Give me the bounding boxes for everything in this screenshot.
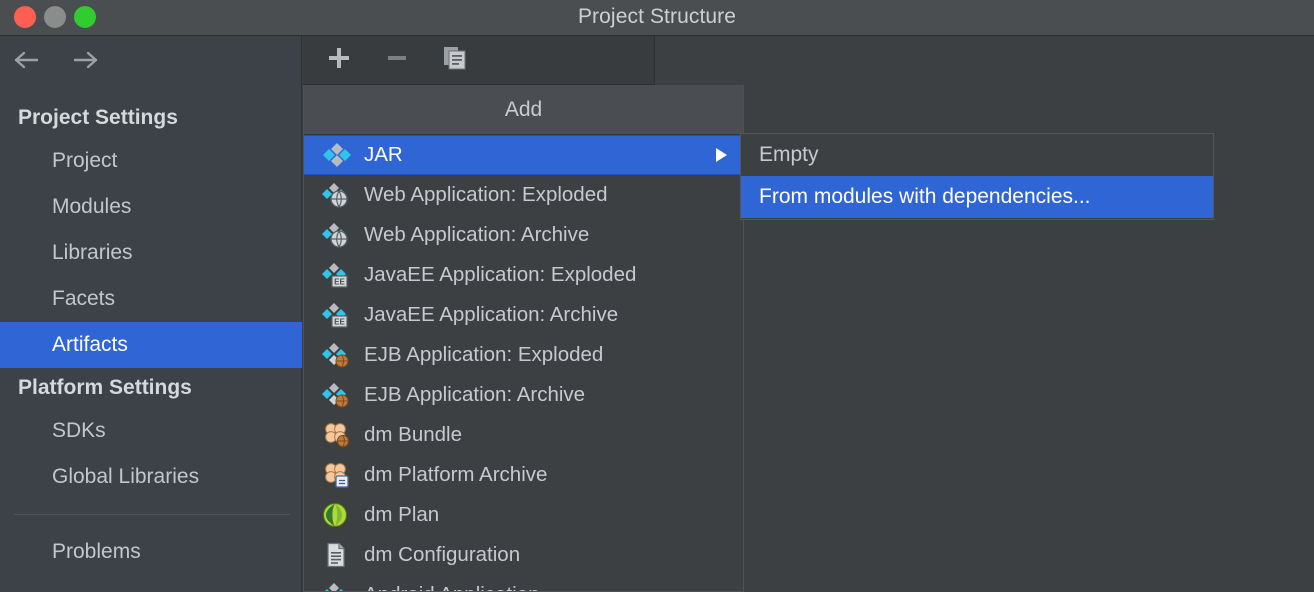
settings-sidebar: Project Settings Project Modules Librari… [0, 36, 302, 592]
menu-item-label: Web Application: Exploded [364, 182, 608, 206]
sidebar-group-title-platform-settings: Platform Settings [18, 376, 192, 399]
chevron-right-icon [716, 148, 727, 162]
web-app-globe-icon [322, 222, 352, 248]
menu-item-dm-platform-archive[interactable]: dm Platform Archive [304, 455, 743, 495]
menu-item-label: JavaEE Application: Exploded [364, 262, 637, 286]
menu-item-label: dm Configuration [364, 542, 521, 566]
add-artifact-menu: Add JAR Web Application: Exploded Web Ap… [303, 85, 744, 592]
dm-platform-archive-icon [322, 462, 352, 488]
window-controls [14, 6, 96, 28]
menu-item-label: dm Plan [364, 502, 440, 526]
copy-button[interactable] [441, 46, 469, 74]
menu-item-jar[interactable]: JAR [304, 135, 743, 175]
sidebar-nav-arrows [12, 48, 100, 72]
close-window-button[interactable] [14, 6, 36, 28]
add-button[interactable] [325, 46, 353, 74]
ejb-app-icon [322, 382, 352, 408]
title-bar: Project Structure [0, 0, 1314, 36]
menu-item-label: Web Application: Archive [364, 222, 590, 246]
dm-bundle-icon [322, 422, 352, 448]
menu-item-dm-bundle[interactable]: dm Bundle [304, 415, 743, 455]
menu-item-android-application[interactable]: Android Application [304, 575, 743, 591]
forward-arrow-icon[interactable] [70, 48, 100, 72]
remove-button[interactable] [383, 46, 411, 74]
menu-item-javaee-application-archive[interactable]: EE JavaEE Application: Archive [304, 295, 743, 335]
menu-header-add: Add [304, 85, 743, 135]
menu-item-label: JAR [364, 142, 403, 166]
sidebar-item-sdks[interactable]: SDKs [0, 408, 302, 454]
plus-icon [326, 45, 352, 76]
sidebar-item-facets[interactable]: Facets [0, 276, 302, 322]
sidebar-item-problems[interactable]: Problems [0, 529, 302, 575]
ejb-app-icon [322, 342, 352, 368]
minus-icon [384, 45, 410, 76]
sidebar-item-artifacts[interactable]: Artifacts [0, 322, 302, 368]
menu-item-label: Android Application [364, 584, 540, 591]
sidebar-divider [14, 514, 290, 515]
dm-configuration-document-icon [322, 542, 352, 568]
sidebar-group-title-project-settings: Project Settings [18, 106, 178, 129]
submenu-item-from-modules-with-dependencies[interactable]: From modules with dependencies... [741, 176, 1213, 218]
svg-text:EE: EE [334, 318, 345, 327]
menu-item-web-application-exploded[interactable]: Web Application: Exploded [304, 175, 743, 215]
artifacts-content-pane: Add JAR Web Application: Exploded Web Ap… [303, 36, 1314, 592]
web-app-globe-icon [322, 182, 352, 208]
sidebar-item-modules[interactable]: Modules [0, 184, 302, 230]
menu-item-label: dm Bundle [364, 422, 463, 446]
menu-item-javaee-application-exploded[interactable]: EE JavaEE Application: Exploded [304, 255, 743, 295]
menu-item-dm-plan[interactable]: dm Plan [304, 495, 743, 535]
menu-item-ejb-application-exploded[interactable]: EJB Application: Exploded [304, 335, 743, 375]
sidebar-item-libraries[interactable]: Libraries [0, 230, 302, 276]
jar-diamonds-icon [322, 142, 352, 168]
sidebar-item-global-libraries[interactable]: Global Libraries [0, 454, 302, 500]
javaee-app-icon: EE [322, 302, 352, 328]
artifacts-toolbar [303, 36, 655, 85]
menu-item-label: JavaEE Application: Archive [364, 302, 619, 326]
maximize-window-button[interactable] [74, 6, 96, 28]
window-title: Project Structure [577, 5, 737, 28]
menu-item-label: EJB Application: Archive [364, 382, 586, 406]
jar-submenu: Empty From modules with dependencies... [740, 133, 1214, 220]
sidebar-item-project[interactable]: Project [0, 138, 302, 184]
menu-item-label: dm Platform Archive [364, 462, 548, 486]
javaee-app-icon: EE [322, 262, 352, 288]
copy-icon [442, 45, 468, 76]
svg-text:EE: EE [334, 278, 345, 287]
dm-plan-globe-icon [322, 502, 352, 528]
minimize-window-button[interactable] [44, 6, 66, 28]
project-structure-window: Project Structure Project Settings Proje… [0, 0, 1314, 592]
submenu-item-empty[interactable]: Empty [741, 134, 1213, 176]
menu-item-ejb-application-archive[interactable]: EJB Application: Archive [304, 375, 743, 415]
back-arrow-icon[interactable] [12, 48, 42, 72]
android-application-icon [322, 582, 352, 591]
menu-item-dm-configuration[interactable]: dm Configuration [304, 535, 743, 575]
menu-item-label: EJB Application: Exploded [364, 342, 604, 366]
menu-item-web-application-archive[interactable]: Web Application: Archive [304, 215, 743, 255]
